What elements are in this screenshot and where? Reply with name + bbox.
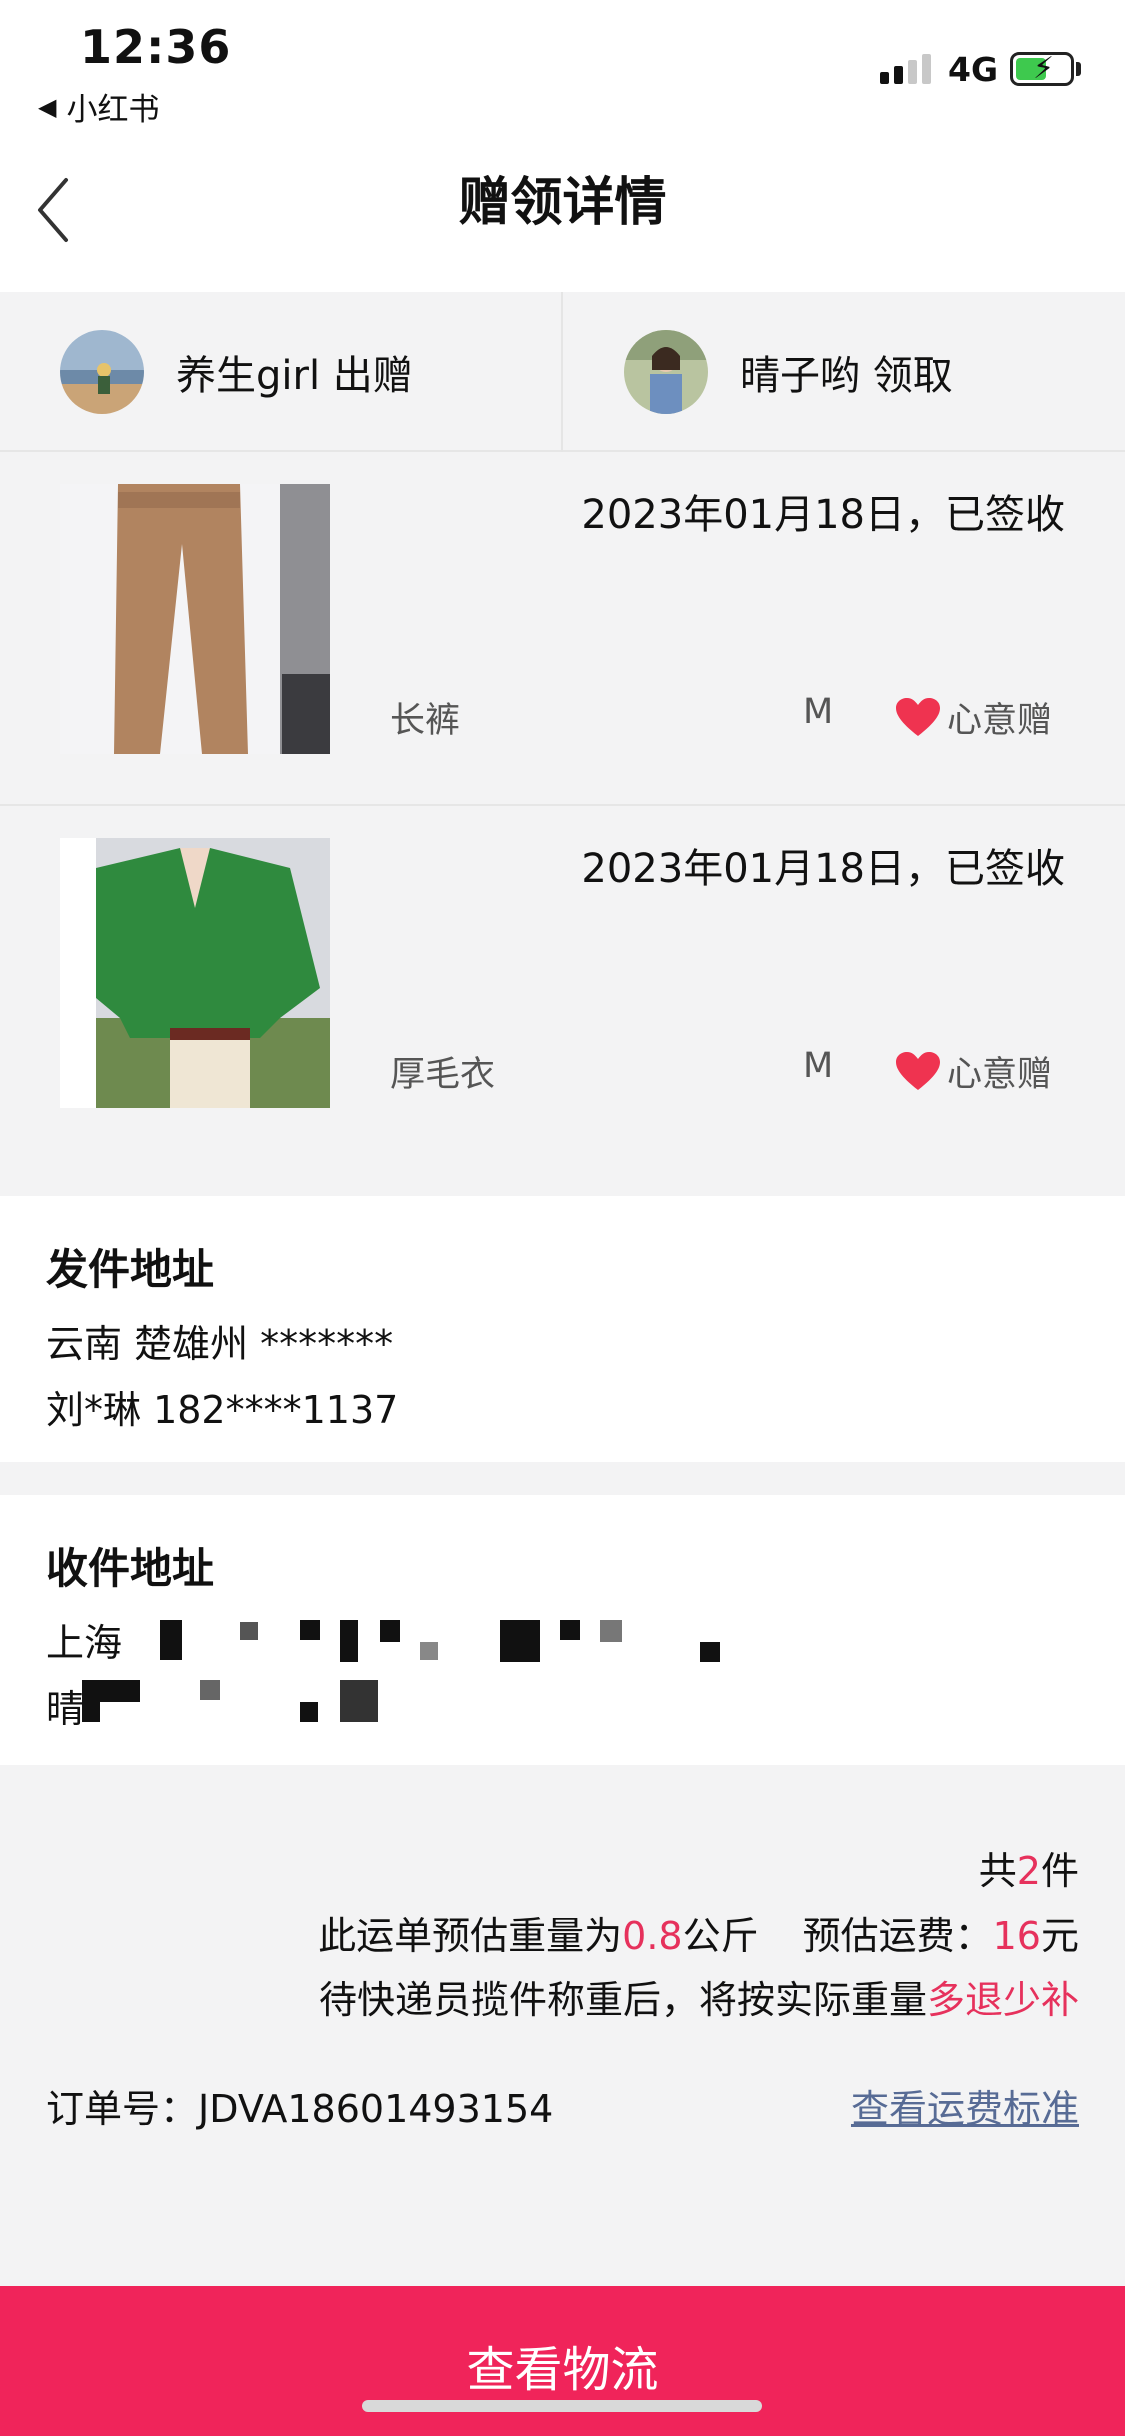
receiver-avatar[interactable] (624, 330, 708, 414)
battery-icon: ⚡ (1010, 51, 1074, 86)
sender-address-title: 发件地址 (46, 1245, 215, 1294)
fee-standard-link[interactable]: 查看运费标准 (851, 2078, 1079, 2133)
item-tag-label: 心意赠 (947, 701, 1053, 741)
back-app-label: 小红书 (66, 92, 160, 128)
back-to-app-link[interactable]: ◀ 小红书 (38, 84, 159, 129)
battery-cap (1076, 62, 1081, 76)
sender-address-card: 发件地址 云南 楚雄州 ******* 刘*琳 182****1137 (0, 1196, 1125, 1462)
gift-item[interactable]: 2023年01月18日，已签收 厚毛衣 M 心意赠 (0, 804, 1125, 1156)
item-date-status: 2023年01月18日，已签收 (581, 492, 1065, 538)
shipping-summary: 共2件 此运单预估重量为0.8公斤 预估运费：16元 待快递员揽件称重后，将按实际… (0, 1765, 1125, 2285)
back-triangle-icon: ◀ (38, 92, 57, 121)
receiver-name: 晴子哟 (740, 353, 860, 399)
giver-action: 出赠 (332, 353, 413, 399)
item-tag-label: 心意赠 (947, 1055, 1053, 1095)
order-number: 订单号：JDVA18601493154 (46, 2087, 554, 2131)
item-date-status: 2023年01月18日，已签收 (581, 846, 1065, 892)
item-count: 共2件 (978, 1849, 1079, 1893)
home-indicator (362, 2400, 762, 2412)
receiver-user[interactable]: 晴子哟 领取 (624, 292, 953, 452)
view-logistics-label: 查看物流 (466, 2342, 659, 2398)
gift-item[interactable]: 2023年01月18日，已签收 长裤 M 心意赠 (0, 452, 1125, 804)
item-size: M (803, 1046, 834, 1086)
receiver-action: 领取 (872, 353, 953, 399)
view-logistics-button[interactable]: 查看物流 (0, 2286, 1125, 2436)
sender-region: 云南 楚雄州 ******* (46, 1322, 394, 1366)
giver-name: 养生girl (176, 353, 321, 399)
sweater-thumbnail[interactable] (60, 838, 330, 1108)
weight-note: 待快递员揽件称重后，将按实际重量多退少补 (318, 1978, 1079, 2022)
item-tag: 心意赠 (895, 692, 1052, 743)
nav-bar: 赠领详情 (0, 140, 1125, 292)
item-tag: 心意赠 (895, 1046, 1052, 1097)
users-divider (561, 292, 563, 452)
giver-user[interactable]: 养生girl 出赠 (60, 292, 413, 452)
item-name: 厚毛衣 (390, 1055, 496, 1095)
status-time: 12:36 (80, 20, 232, 74)
item-size: M (803, 692, 834, 732)
pants-thumbnail[interactable] (60, 484, 330, 754)
network-type: 4G (948, 50, 999, 89)
users-row: 养生girl 出赠 晴子哟 领取 (0, 292, 1125, 452)
page-title: 赠领详情 (458, 173, 667, 233)
heart-icon (896, 1051, 940, 1090)
giver-avatar[interactable] (60, 330, 144, 414)
status-bar: 12:36 ◀ 小红书 4G ⚡ (0, 0, 1125, 140)
receiver-address-title: 收件地址 (46, 1544, 215, 1593)
sender-contact: 刘*琳 182****1137 (46, 1388, 399, 1432)
signal-icon (880, 54, 931, 84)
item-name: 长裤 (390, 701, 461, 741)
heart-icon (896, 697, 940, 736)
weight-and-fee: 此运单预估重量为0.8公斤 预估运费：16元 (318, 1914, 1079, 1958)
